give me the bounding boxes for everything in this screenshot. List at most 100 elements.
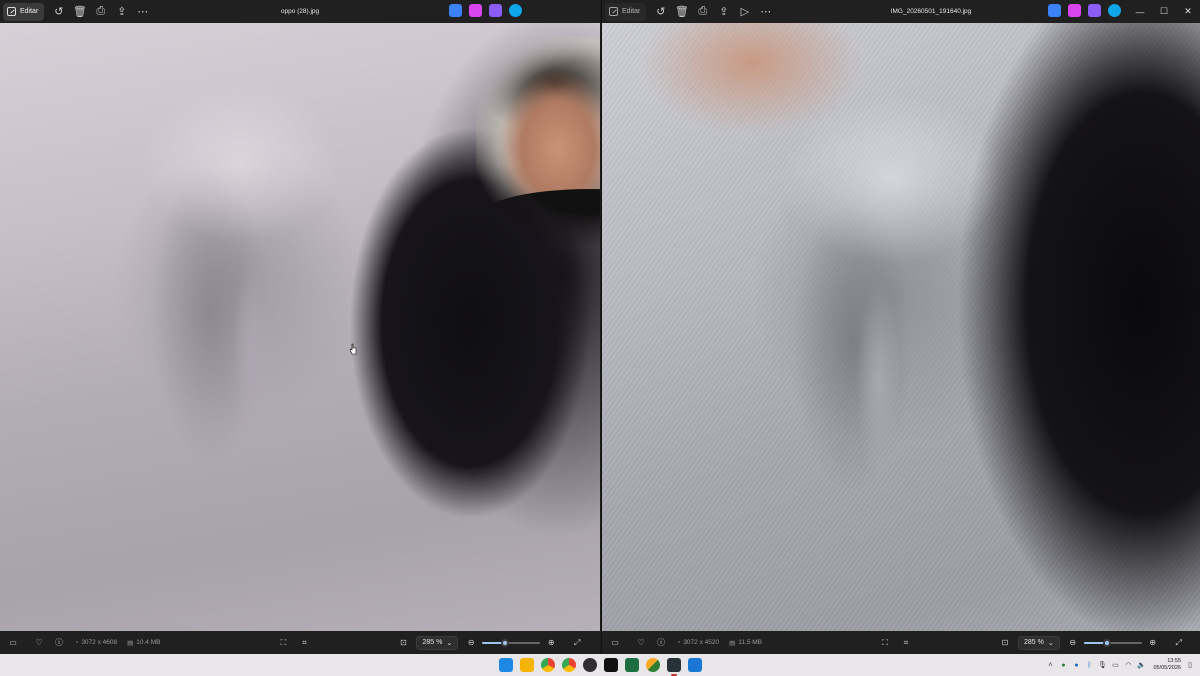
photo-canvas-left[interactable]	[0, 23, 600, 631]
copilot-icon[interactable]	[1068, 4, 1081, 17]
designer-icon[interactable]	[1048, 4, 1061, 17]
zoom-dropdown[interactable]: 285 % ⌄	[1018, 635, 1060, 650]
obs-icon[interactable]	[582, 658, 597, 672]
image-filesize: ▤ 10.4 MB	[127, 639, 160, 647]
print-icon[interactable]: ⎙	[90, 2, 111, 21]
excel-icon[interactable]	[624, 658, 639, 672]
delete-icon[interactable]: 🗑	[671, 2, 692, 21]
filesize-value: 10.4 MB	[136, 639, 161, 646]
face-detect-icon[interactable]: ⛶	[878, 636, 892, 650]
chevron-up-icon[interactable]: ˄	[1046, 661, 1054, 669]
rotate-icon[interactable]: ↺	[650, 2, 671, 21]
zoom-in-icon[interactable]: ⊕	[1146, 636, 1160, 650]
filesize-icon: ▤	[127, 639, 134, 647]
dimensions-value: 3072 x 4520	[683, 639, 720, 646]
capcut-icon[interactable]	[603, 658, 618, 672]
edit-button-label: Editar	[622, 8, 641, 15]
zoom-slider-knob[interactable]	[501, 638, 510, 647]
info-icon[interactable]: ⓘ	[654, 636, 668, 650]
hoodie-drawstring	[232, 253, 272, 463]
favorite-heart-icon[interactable]: ♡	[32, 636, 46, 650]
ocr-scan-icon[interactable]: ⌗	[297, 636, 311, 650]
filmstrip-icon[interactable]: ▭	[608, 636, 622, 650]
more-icon[interactable]: ⋯	[755, 2, 776, 21]
image-dimensions: ▫ 3072 x 4520	[678, 639, 719, 646]
zoom-dropdown[interactable]: 285 % ⌄	[416, 635, 459, 650]
app-icons-right	[1048, 4, 1121, 17]
photo-viewer-left: Editar ↺ 🗑 ⎙ ⇪ ⋯ oppo (28).jpg ▭ ♡ ⓘ ▫ 3…	[0, 0, 600, 654]
windows-start-icon[interactable]	[498, 658, 513, 672]
clipchamp-icon[interactable]	[1088, 4, 1101, 17]
microphone-icon[interactable]: 🎙	[1098, 661, 1107, 669]
onedrive-icon[interactable]	[1108, 4, 1121, 17]
maximize-icon[interactable]: ☐	[1152, 0, 1176, 23]
bluetooth-icon[interactable]: ᛒ	[1085, 661, 1093, 669]
webcam-person-shirt	[476, 189, 600, 249]
clipchamp-icon[interactable]	[489, 4, 502, 17]
close-icon[interactable]: ✕	[1176, 0, 1200, 23]
titlebar-left: Editar ↺ 🗑 ⎙ ⇪ ⋯ oppo (28).jpg	[0, 0, 600, 23]
edit-pencil-icon	[7, 7, 16, 16]
photo-viewer-right: Editar ↺ 🗑 ⎙ ⇪ ▷ ⋯ IMG_20260501_191640.j…	[601, 0, 1200, 654]
fit-to-window-icon[interactable]: ⊡	[998, 636, 1012, 650]
fullscreen-icon[interactable]: ⤢	[1172, 636, 1186, 650]
security-icon[interactable]: ●	[1059, 661, 1067, 669]
bottombar-left: ▭ ♡ ⓘ ▫ 3072 x 4608 ▤ 10.4 MB ⛶ ⌗ ⊡ 285 …	[0, 631, 600, 654]
clock[interactable]: 13:55 05/05/2026	[1153, 658, 1181, 672]
app-green-icon[interactable]	[645, 658, 660, 672]
titlebar-right: Editar ↺ 🗑 ⎙ ⇪ ▷ ⋯ IMG_20260501_191640.j…	[602, 0, 1200, 23]
zoom-out-icon[interactable]: ⊖	[1066, 636, 1080, 650]
share-icon[interactable]: ⇪	[111, 2, 132, 21]
more-icon[interactable]: ⋯	[132, 2, 153, 21]
rotate-icon[interactable]: ↺	[48, 2, 69, 21]
edit-button-label: Editar	[20, 8, 39, 15]
dimensions-icon: ▫	[678, 639, 681, 646]
slideshow-icon[interactable]: ▷	[734, 2, 755, 21]
zoom-slider-knob[interactable]	[1102, 638, 1111, 647]
photos-icon[interactable]	[666, 658, 681, 676]
display-icon[interactable]: ▭	[1111, 661, 1119, 669]
zoom-slider[interactable]	[1083, 638, 1142, 647]
zoom-value: 285 %	[1024, 639, 1044, 646]
window-controls: — ☐ ✕	[1128, 0, 1200, 23]
hand-cursor-icon	[349, 343, 357, 355]
designer-icon[interactable]	[449, 4, 462, 17]
filesize-value: 11.5 MB	[738, 639, 762, 646]
desktop-screen: Editar ↺ 🗑 ⎙ ⇪ ⋯ oppo (28).jpg ▭ ♡ ⓘ ▫ 3…	[0, 0, 1200, 676]
photo-canvas-right[interactable]	[602, 23, 1200, 631]
minimize-icon[interactable]: —	[1128, 0, 1152, 23]
app-tray-icon[interactable]: ●	[1072, 661, 1080, 669]
favorite-heart-icon[interactable]: ♡	[634, 636, 648, 650]
volume-icon[interactable]: 🔈	[1137, 661, 1146, 669]
zoom-slider[interactable]	[482, 638, 541, 647]
share-icon[interactable]: ⇪	[713, 2, 734, 21]
filmstrip-icon[interactable]: ▭	[6, 636, 20, 650]
wifi-icon[interactable]: ◠	[1124, 661, 1132, 669]
dimensions-icon: ▫	[76, 639, 79, 646]
face-detect-icon[interactable]: ⛶	[276, 636, 290, 650]
edit-button[interactable]: Editar	[3, 2, 45, 21]
clock-time: 13:55	[1167, 658, 1181, 664]
delete-icon[interactable]: 🗑	[69, 2, 90, 21]
edit-button[interactable]: Editar	[605, 2, 647, 21]
chevron-down-icon: ⌄	[1047, 639, 1054, 647]
photos-viewer-icon[interactable]	[687, 658, 702, 672]
info-icon[interactable]: ⓘ	[52, 636, 66, 650]
chevron-down-icon: ⌄	[446, 639, 453, 647]
print-icon[interactable]: ⎙	[692, 2, 713, 21]
ocr-scan-icon[interactable]: ⌗	[899, 636, 913, 650]
file-explorer-icon[interactable]	[519, 658, 534, 672]
notification-icon[interactable]: ▯	[1186, 661, 1194, 669]
chrome-alt-icon[interactable]	[561, 658, 576, 672]
fullscreen-icon[interactable]: ⤢	[570, 636, 584, 650]
chrome-icon[interactable]	[540, 658, 555, 672]
fit-to-window-icon[interactable]: ⊡	[396, 636, 410, 650]
edit-pencil-icon	[609, 7, 618, 16]
onedrive-icon[interactable]	[509, 4, 522, 17]
bottombar-right: ▭ ♡ ⓘ ▫ 3072 x 4520 ▤ 11.5 MB ⛶ ⌗ ⊡ 285 …	[602, 631, 1200, 654]
copilot-icon[interactable]	[469, 4, 482, 17]
zoom-out-icon[interactable]: ⊖	[464, 636, 478, 650]
image-filesize: ▤ 11.5 MB	[729, 639, 762, 647]
zoom-in-icon[interactable]: ⊕	[544, 636, 558, 650]
hoodie-drawstring	[856, 283, 902, 483]
